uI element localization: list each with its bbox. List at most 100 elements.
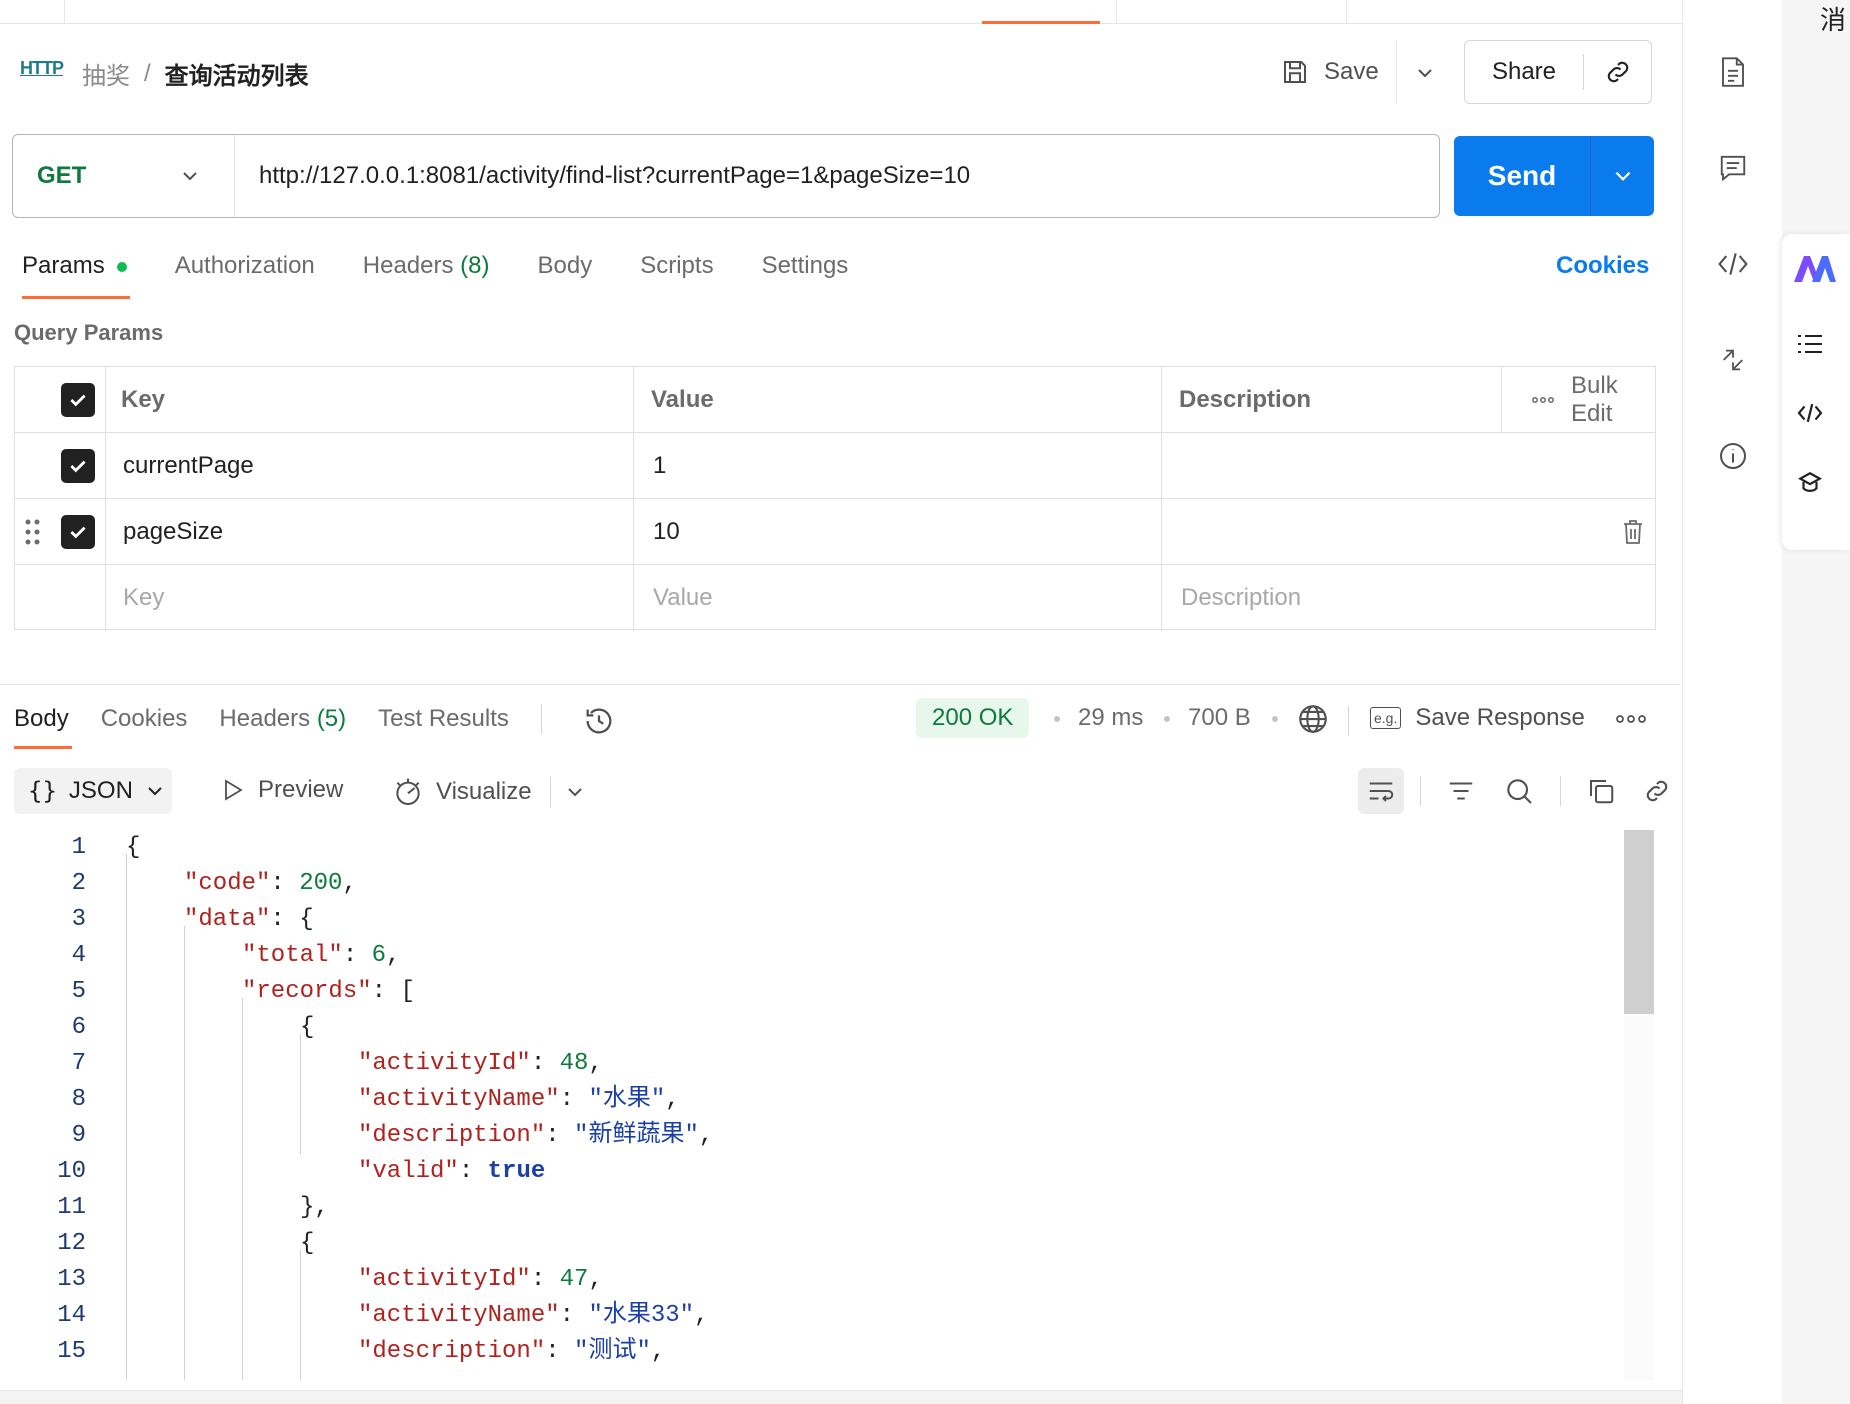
tab-settings[interactable]: Settings [762, 252, 849, 280]
copy-link-button[interactable] [1584, 57, 1651, 87]
link-icon [1646, 780, 1668, 802]
code-icon[interactable] [1796, 402, 1824, 429]
code-line: 6{ [0, 1010, 1620, 1046]
column-header-key: Key [121, 386, 166, 413]
info-button[interactable] [1713, 436, 1753, 476]
delete-row-button[interactable] [1605, 499, 1645, 565]
new-value-input[interactable]: Value [633, 565, 713, 631]
headers-count: (5) [316, 705, 347, 732]
code-scrollbar-thumb[interactable] [1624, 830, 1654, 1014]
tab-scripts[interactable]: Scripts [640, 252, 713, 280]
row-checkbox[interactable] [45, 499, 95, 565]
tab-params[interactable]: Params [22, 252, 127, 280]
new-description-input[interactable]: Description [1161, 565, 1301, 631]
line-number: 7 [71, 1050, 86, 1077]
filter-button[interactable] [1438, 768, 1484, 814]
send-button[interactable]: Send [1454, 136, 1654, 216]
param-description-cell[interactable] [1161, 499, 1561, 565]
tab-test-results[interactable]: Test Results [378, 705, 509, 733]
line-number: 11 [57, 1194, 86, 1221]
json-key: "description" [358, 1122, 546, 1149]
select-all-checkbox[interactable] [45, 367, 95, 433]
query-params-title: Query Params [14, 320, 164, 345]
assistant-logo-icon[interactable] [1792, 254, 1836, 289]
save-options-button[interactable] [1410, 58, 1440, 88]
column-header-description: Description [1179, 386, 1312, 413]
response-more-button[interactable] [1616, 712, 1646, 730]
format-select[interactable]: {} JSON [14, 768, 172, 814]
info-icon [1720, 443, 1746, 469]
line-number: 15 [57, 1338, 86, 1365]
json-key: "total" [242, 942, 343, 969]
visualize-button[interactable]: Visualize [392, 776, 585, 808]
more-dots-icon [1532, 397, 1554, 403]
method-select[interactable]: GET [13, 135, 235, 217]
share-button[interactable]: Share [1464, 40, 1652, 104]
wrap-lines-button[interactable] [1358, 768, 1404, 814]
json-boolean: true [487, 1158, 546, 1185]
param-key-cell[interactable]: currentPage [105, 433, 254, 499]
response-body-code[interactable]: 1{ 2 "code": 200, 3 "data": { 4 "total": 6,… [0, 830, 1680, 1380]
cookies-link[interactable]: Cookies [1556, 252, 1649, 280]
save-response-button[interactable]: e.g. Save Response [1370, 704, 1585, 732]
new-key-input[interactable]: Key [105, 565, 164, 631]
search-button[interactable] [1496, 768, 1542, 814]
copy-link-response-button[interactable] [1634, 768, 1680, 814]
tab-separator [1346, 0, 1347, 24]
json-key: "activityId" [358, 1050, 531, 1077]
request-tabs: Params Authorization Headers (8) Body Sc… [22, 252, 896, 280]
list-icon[interactable] [1796, 332, 1824, 361]
param-value-cell[interactable]: 1 [633, 433, 666, 499]
tab-response-body[interactable]: Body [14, 705, 69, 733]
json-string: "新鲜蔬果" [574, 1122, 699, 1149]
comments-button[interactable] [1713, 148, 1753, 188]
method-label: GET [37, 162, 87, 189]
format-label: JSON [68, 777, 133, 804]
breadcrumb-separator: / [144, 59, 151, 87]
param-description-cell[interactable] [1161, 433, 1655, 499]
code-snippet-button[interactable] [1713, 244, 1753, 284]
history-icon [586, 708, 612, 734]
line-number: 10 [57, 1158, 86, 1185]
divider [1348, 706, 1349, 736]
status-badge[interactable]: 200 OK [916, 698, 1030, 738]
tab-body[interactable]: Body [538, 252, 593, 280]
response-size[interactable]: 700 B [1188, 704, 1251, 732]
url-input[interactable]: http://127.0.0.1:8081/activity/find-list… [235, 162, 1439, 190]
breadcrumb-parent[interactable]: 抽奖 [82, 56, 130, 91]
tab-label: Params [22, 252, 105, 279]
json-number: 200 [299, 870, 343, 897]
trash-icon [1624, 520, 1642, 544]
code-line: 7 "activityId": 48, [0, 1046, 1620, 1082]
tab-response-headers[interactable]: Headers (5) [219, 705, 346, 733]
param-value-cell[interactable]: 10 [633, 499, 680, 565]
learn-icon[interactable] [1796, 470, 1824, 501]
code-line: 15 "description": "测试", [0, 1334, 1620, 1370]
right-sidebar [1682, 0, 1782, 1404]
related-collections-button[interactable] [1713, 340, 1753, 380]
save-button[interactable]: Save [1280, 50, 1379, 94]
documentation-button[interactable] [1713, 52, 1753, 92]
send-options-button[interactable] [1591, 165, 1654, 187]
tab-authorization[interactable]: Authorization [175, 252, 315, 280]
param-key-cell[interactable]: pageSize [105, 499, 223, 565]
code-line: 8 "activityName": "水果", [0, 1082, 1620, 1118]
checkbox-checked [61, 515, 95, 549]
code-punct: }, [300, 1194, 329, 1221]
more-options-button[interactable] [1515, 367, 1555, 433]
search-icon [1507, 779, 1532, 804]
code-line: 10 "valid": true [0, 1154, 1620, 1190]
drag-handle[interactable] [15, 499, 41, 565]
secondary-panel [1782, 0, 1850, 1404]
request-name[interactable]: 查询活动列表 [165, 56, 309, 91]
bulk-edit-button[interactable]: Bulk Edit [1555, 367, 1655, 433]
tab-headers[interactable]: Headers (8) [363, 252, 490, 280]
preview-button[interactable]: Preview [222, 776, 343, 804]
copy-button[interactable] [1578, 768, 1624, 814]
tab-response-cookies[interactable]: Cookies [101, 705, 188, 733]
table-row: currentPage 1 [15, 433, 1655, 499]
network-info-button[interactable] [1296, 702, 1330, 741]
row-checkbox[interactable] [45, 433, 95, 499]
response-history-button[interactable] [582, 704, 616, 743]
response-time[interactable]: 29 ms [1078, 704, 1143, 732]
